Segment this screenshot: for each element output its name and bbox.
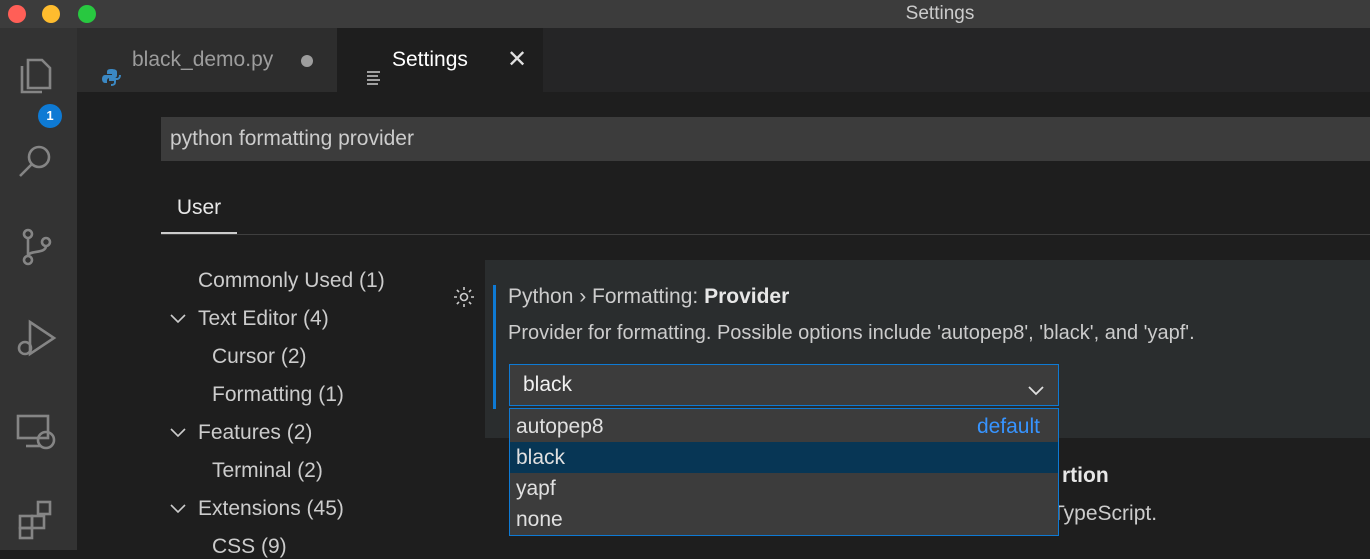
toc-item-commonly-used[interactable]: Commonly Used (1) (198, 269, 385, 293)
option-label: yapf (516, 477, 556, 500)
extensions-icon[interactable] (14, 496, 58, 542)
next-setting-title-fragment: rtion (1062, 464, 1109, 487)
unsaved-dot-icon[interactable] (301, 55, 313, 67)
focus-indicator (493, 285, 496, 409)
tab-black-demo[interactable]: black_demo.py (77, 28, 337, 92)
toc-item-extensions[interactable]: Extensions (45) (198, 497, 344, 521)
toc-item-text-editor[interactable]: Text Editor (4) (198, 307, 329, 331)
toc-item-css[interactable]: CSS (9) (212, 535, 287, 559)
toc-item-features[interactable]: Features (2) (198, 421, 312, 445)
python-icon (101, 49, 121, 86)
dropdown-option-autopep8[interactable]: autopep8 default (510, 411, 1058, 442)
chevron-down-icon[interactable] (170, 501, 186, 519)
source-control-icon[interactable] (14, 224, 58, 270)
dropdown-option-none[interactable]: none (510, 504, 1058, 535)
settings-editor-icon (365, 49, 385, 85)
run-debug-icon[interactable] (14, 316, 58, 362)
dropdown-option-black[interactable]: black (510, 442, 1058, 473)
select-value: black (523, 373, 573, 396)
dropdown-option-yapf[interactable]: yapf (510, 473, 1058, 504)
explorer-icon[interactable] (14, 52, 58, 98)
gear-icon[interactable] (452, 285, 476, 309)
next-setting-desc-fragment: TypeScript. (1052, 502, 1158, 525)
chevron-down-icon[interactable] (170, 425, 186, 443)
close-icon[interactable]: ✕ (507, 28, 527, 92)
tab-label: black_demo.py (132, 48, 274, 71)
explorer-badge: 1 (38, 104, 62, 128)
option-label: black (516, 446, 566, 469)
option-label: autopep8 (516, 415, 604, 438)
scope-tab-user[interactable]: User (161, 188, 237, 234)
toc-item-cursor[interactable]: Cursor (2) (212, 345, 307, 369)
search-icon[interactable] (14, 138, 58, 184)
activity-bar: 1 (0, 28, 77, 550)
setting-description: Provider for formatting. Possible option… (508, 322, 1195, 344)
provider-select[interactable]: black (509, 364, 1059, 406)
setting-name: Provider (704, 285, 790, 308)
provider-dropdown-list: autopep8 default black yapf none (509, 408, 1059, 536)
option-label: none (516, 508, 563, 531)
tab-label: Settings (392, 48, 468, 71)
settings-search-input[interactable] (161, 117, 1370, 161)
tab-settings[interactable]: Settings ✕ (337, 28, 543, 92)
toc-item-terminal[interactable]: Terminal (2) (212, 459, 323, 483)
remote-explorer-icon[interactable] (14, 408, 58, 454)
title-bar: Settings (0, 0, 1370, 28)
window-title: Settings (905, 3, 975, 24)
setting-title: Python › Formatting: Provider (508, 285, 789, 309)
editor-tab-bar: black_demo.py Settings ✕ (77, 28, 1370, 92)
scope-divider (161, 234, 1370, 235)
default-tag: default (976, 415, 1040, 438)
chevron-down-icon[interactable] (170, 311, 186, 329)
chevron-down-icon (1028, 378, 1044, 396)
toc-item-formatting[interactable]: Formatting (1) (212, 383, 344, 407)
setting-category: Python › Formatting: (508, 285, 705, 308)
